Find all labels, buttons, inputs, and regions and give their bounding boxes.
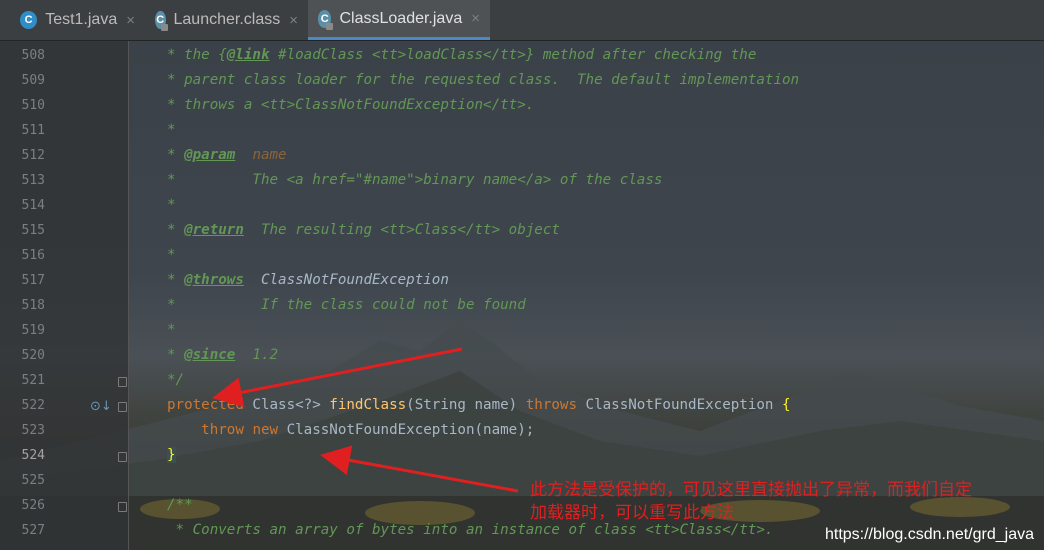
close-tab-icon[interactable]: ×	[126, 12, 135, 29]
arrow-to-find-class	[212, 347, 463, 408]
tab-test1-java[interactable]: C Test1.java ×	[10, 0, 145, 40]
compiled-class-icon: C	[155, 11, 167, 31]
java-class-icon: C	[20, 11, 38, 29]
compiled-class-icon: C	[318, 9, 335, 30]
editor-tab-bar: C Test1.java × C Launcher.class × C Clas…	[0, 0, 1044, 41]
code-editor[interactable]: 508 * the {@link #loadClass <tt>loadClas…	[0, 41, 1044, 550]
close-tab-icon[interactable]: ×	[289, 12, 298, 29]
annotation-line: 加载器时，可以重写此方法	[530, 503, 734, 523]
arrow-to-closing-brace	[320, 445, 519, 493]
tab-label: Launcher.class	[173, 11, 281, 28]
tab-label: Test1.java	[45, 11, 118, 28]
tab-launcher-class[interactable]: C Launcher.class ×	[145, 0, 308, 40]
annotation-line: 此方法是受保护的，可见这里直接抛出了异常，而我们自定	[530, 480, 972, 500]
tab-label: ClassLoader.java	[339, 9, 463, 27]
annotation-arrows	[212, 347, 519, 493]
watermark: https://blog.csdn.net/grd_java	[824, 526, 1034, 543]
annotation-note: 此方法是受保护的，可见这里直接抛出了异常，而我们自定 加载器时，可以重写此方法	[530, 479, 972, 525]
tab-classloader-java[interactable]: C ClassLoader.java ×	[308, 0, 490, 40]
close-tab-icon[interactable]: ×	[471, 10, 480, 27]
